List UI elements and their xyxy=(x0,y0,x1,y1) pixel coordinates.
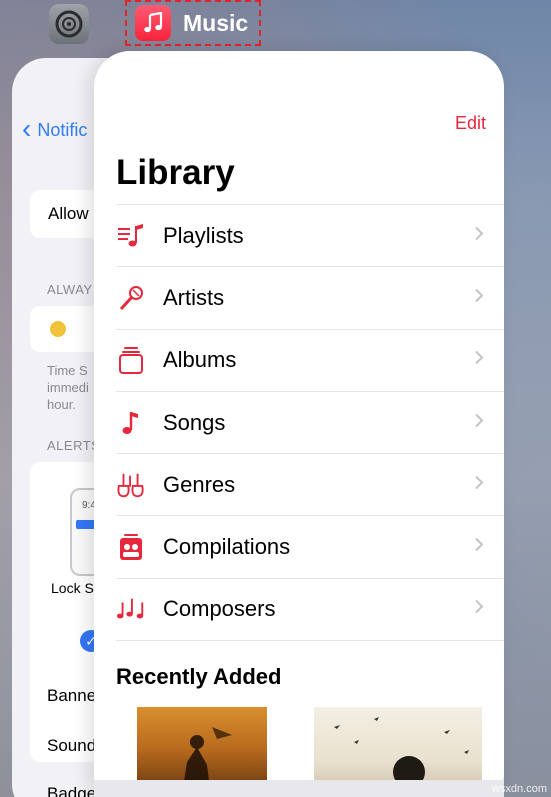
time-caption-1: Time S xyxy=(47,363,88,378)
gear-icon xyxy=(55,10,83,38)
watermark: wsxdn.com xyxy=(491,783,547,795)
always-header: ALWAY xyxy=(47,282,93,297)
music-note-icon xyxy=(144,12,163,33)
chevron-right-icon xyxy=(474,225,484,246)
bottom-bar xyxy=(94,780,504,797)
music-app-icon xyxy=(135,5,171,41)
library-item-label: Artists xyxy=(163,284,225,310)
music-app-card[interactable]: Edit Library Playlists Artists Albums So… xyxy=(94,51,504,797)
time-caption-3: hour. xyxy=(47,397,76,412)
clock-icon xyxy=(50,321,66,337)
settings-app-icon[interactable] xyxy=(49,4,89,44)
library-item-playlists[interactable]: Playlists xyxy=(116,204,504,266)
music-note-icon xyxy=(116,408,146,438)
microphone-icon xyxy=(116,283,146,313)
allow-label: Allow xyxy=(48,204,89,223)
library-item-label: Compilations xyxy=(163,534,291,560)
time-caption-2: immedi xyxy=(47,380,89,395)
library-item-genres[interactable]: Genres xyxy=(116,453,504,515)
library-item-label: Albums xyxy=(163,347,237,373)
chevron-right-icon xyxy=(474,350,484,371)
library-item-label: Playlists xyxy=(163,222,244,248)
edit-button[interactable]: Edit xyxy=(455,113,486,134)
library-item-composers[interactable]: Composers xyxy=(116,577,504,642)
music-app-title[interactable]: Music xyxy=(125,0,261,46)
lock-screen-label: Lock S xyxy=(51,580,94,596)
guitars-icon xyxy=(116,470,146,500)
albums-icon xyxy=(116,345,146,375)
banners-label: Banne xyxy=(47,686,97,705)
library-list: Playlists Artists Albums Songs Genres Co… xyxy=(116,204,504,642)
recently-added-title: Recently Added xyxy=(116,664,282,689)
library-item-artists[interactable]: Artists xyxy=(116,266,504,328)
back-button[interactable]: ‹ Notific xyxy=(22,113,88,145)
playlists-icon xyxy=(116,221,146,251)
composer-notes-icon xyxy=(116,594,146,624)
library-title: Library xyxy=(116,153,235,192)
library-item-label: Songs xyxy=(163,409,226,435)
library-item-compilations[interactable]: Compilations xyxy=(116,515,504,577)
chevron-left-icon: ‹ xyxy=(22,113,32,144)
compilation-icon xyxy=(116,532,146,562)
chevron-right-icon xyxy=(474,287,484,308)
app-title-label: Music xyxy=(183,9,249,36)
library-item-albums[interactable]: Albums xyxy=(116,328,504,391)
badges-label: Badge xyxy=(47,784,97,797)
library-item-songs[interactable]: Songs xyxy=(116,390,504,453)
library-item-label: Composers xyxy=(163,596,276,622)
chevron-right-icon xyxy=(474,474,484,495)
chevron-right-icon xyxy=(474,599,484,620)
back-label: Notific xyxy=(37,120,88,140)
chevron-right-icon xyxy=(474,537,484,558)
sounds-label: Sound xyxy=(47,736,97,755)
chevron-right-icon xyxy=(474,412,484,433)
alerts-header: ALERTS xyxy=(47,438,101,453)
library-item-label: Genres xyxy=(163,471,236,497)
